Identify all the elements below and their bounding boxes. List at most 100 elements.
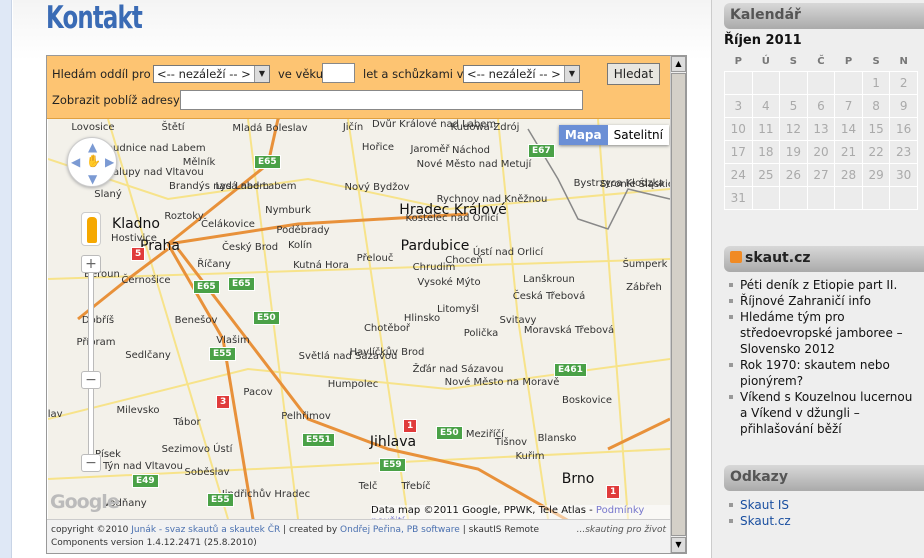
zoom-out-button[interactable]: − <box>81 454 101 472</box>
sidebar-link[interactable]: Skaut IS <box>740 498 789 512</box>
calendar-day[interactable]: 3 <box>724 93 753 118</box>
pan-left-icon[interactable]: ◀ <box>71 155 80 169</box>
calendar-day[interactable]: 7 <box>834 93 863 118</box>
link-item: Skaut IS <box>729 497 920 513</box>
calendar-day[interactable]: 19 <box>779 139 808 164</box>
pan-right-icon[interactable]: ▶ <box>105 155 114 169</box>
calendar-day[interactable]: 15 <box>861 116 891 141</box>
created-by-text: | created by <box>280 525 341 535</box>
zoom-slider[interactable] <box>88 267 94 467</box>
street-view-pegman-icon[interactable] <box>81 212 101 246</box>
map-type-map-button[interactable]: Mapa <box>558 125 608 145</box>
calendar-day[interactable]: 20 <box>806 139 836 164</box>
city-label: Brno <box>561 471 595 487</box>
calendar-day[interactable]: 11 <box>751 116 781 141</box>
meeting-select[interactable]: <-- nezáleží -- > ▼ <box>463 65 580 83</box>
scroll-thumb[interactable] <box>671 73 686 536</box>
map-type-satellite-button[interactable]: Satelitní <box>607 125 669 145</box>
calendar-day[interactable]: 31 <box>724 185 753 210</box>
calendar-day[interactable]: 17 <box>724 139 753 164</box>
zoom-in-button[interactable]: + <box>81 255 101 273</box>
calendar-day[interactable]: 28 <box>834 162 863 187</box>
city-label: Český Brod <box>221 242 279 253</box>
calendar-day[interactable]: 22 <box>861 139 891 164</box>
calendar-day[interactable]: 4 <box>751 93 781 118</box>
label-age: ve věku <box>278 67 324 81</box>
city-label: Praha <box>140 238 180 254</box>
group-type-select[interactable]: <-- nezáleží -- > ▼ <box>153 65 270 83</box>
city-label: Tišnov <box>494 437 528 448</box>
calendar-empty <box>779 185 808 210</box>
city-label: Mladá Boleslav <box>232 123 308 134</box>
remote-text: | skautIS Remote <box>459 525 540 535</box>
chevron-down-icon: ▼ <box>564 66 579 82</box>
search-button[interactable]: Hledat <box>607 63 660 85</box>
city-label: Roztoky <box>164 211 204 222</box>
vertical-scrollbar[interactable]: ▲ ▼ <box>670 56 686 553</box>
calendar-day[interactable]: 14 <box>834 116 863 141</box>
calendar-week: 3456789 <box>724 93 918 118</box>
city-label: Tábor <box>173 417 201 428</box>
age-input[interactable] <box>322 63 355 83</box>
calendar-day[interactable]: 10 <box>724 116 753 141</box>
calendar-day[interactable]: 25 <box>751 162 781 187</box>
google-logo: Google <box>50 491 120 513</box>
calendar-day[interactable]: 29 <box>861 162 891 187</box>
road-shield: E65 <box>254 155 281 169</box>
calendar-day[interactable]: 16 <box>889 116 918 141</box>
city-label: Pelhřimov <box>281 411 331 422</box>
scroll-down-icon[interactable]: ▼ <box>671 537 686 553</box>
calendar-day[interactable]: 2 <box>889 70 918 95</box>
city-label: Třebíč <box>401 481 431 492</box>
page-title: Kontakt <box>46 0 143 36</box>
calendar-day[interactable]: 27 <box>806 162 836 187</box>
feed-item[interactable]: Hledáme tým pro středoevropské jamboree … <box>729 309 920 357</box>
sidebar-link[interactable]: Skaut.cz <box>740 514 791 528</box>
calendar-month: Říjen 2011 <box>724 33 802 48</box>
feed-item[interactable]: Rok 1970: skautem nebo pionýrem? <box>729 357 920 389</box>
scroll-up-icon[interactable]: ▲ <box>671 56 686 72</box>
zoom-handle[interactable]: − <box>81 371 101 389</box>
feed-item[interactable]: Péti deník z Etiopie part II. <box>729 277 920 293</box>
map-panel: Hledám oddíl pro <-- nezáleží -- > ▼ ve v… <box>46 55 687 554</box>
calendar-week: 10 11 12 13 14 15 16 <box>724 116 918 141</box>
feed-item[interactable]: Říjnové Zahraničí info <box>729 293 920 309</box>
links-heading: Odkazy <box>724 465 924 491</box>
city-label: Sedlčany <box>125 350 171 361</box>
calendar-day[interactable]: 1 <box>861 70 891 95</box>
org-link[interactable]: Junák - svaz skautů a skautek ČR <box>131 525 280 535</box>
address-input[interactable] <box>180 90 583 110</box>
pan-control[interactable]: ▲ ▼ ◀ ▶ ✋ <box>67 137 117 187</box>
road-shield: E461 <box>554 363 587 377</box>
map[interactable]: Lovosice Štětí Mladá Boleslav Roudnice nad … <box>48 119 670 519</box>
pan-down-icon[interactable]: ▼ <box>88 172 97 186</box>
calendar-day[interactable]: 13 <box>806 116 836 141</box>
calendar-day[interactable]: 6 <box>806 93 836 118</box>
calendar-day[interactable]: 12 <box>779 116 808 141</box>
calendar-empty <box>806 70 836 95</box>
calendar-day[interactable]: 23 <box>889 139 918 164</box>
calendar-day[interactable]: 5 <box>779 93 808 118</box>
road-shield: 3 <box>216 395 231 409</box>
rss-icon[interactable] <box>730 251 742 263</box>
link-item: Skaut.cz <box>729 513 920 529</box>
map-type-switch: Mapa Satelitní <box>558 125 669 145</box>
footer: copyright ©2010 Junák - svaz skautů a sk… <box>47 519 670 553</box>
city-label: Kutná Hora <box>293 260 349 271</box>
calendar-day[interactable]: 30 <box>889 162 918 187</box>
calendar-day[interactable]: 21 <box>834 139 863 164</box>
calendar-day[interactable]: 8 <box>861 93 891 118</box>
feed-item[interactable]: Víkend s Kouzelnou lucernou a Víkend v d… <box>729 389 920 437</box>
calendar-day[interactable]: 9 <box>889 93 918 118</box>
calendar-day[interactable]: 18 <box>751 139 781 164</box>
calendar-empty <box>779 70 808 95</box>
city-label: Štětí <box>161 122 185 133</box>
city-label: Jihlava <box>369 434 417 450</box>
calendar-day[interactable]: 24 <box>724 162 753 187</box>
weekday-header: P <box>734 55 742 67</box>
city-label: Vysoké Mýto <box>417 277 481 288</box>
feed-title: skaut.cz <box>745 250 811 266</box>
pan-up-icon[interactable]: ▲ <box>88 140 97 154</box>
calendar-day[interactable]: 26 <box>779 162 808 187</box>
author-link[interactable]: Ondřej Peřina, PB software <box>340 525 460 535</box>
